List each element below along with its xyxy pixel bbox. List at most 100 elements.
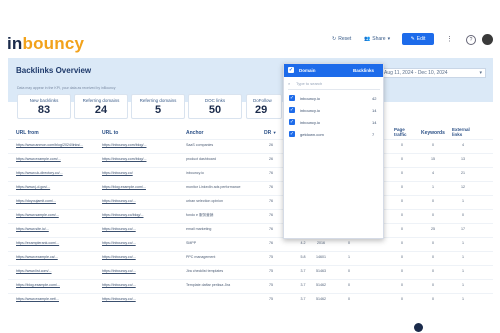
kpi-card: New backlinks 83 xyxy=(17,94,71,119)
dropdown-item[interactable]: ✓ getdown.com 7 xyxy=(284,130,383,141)
dr-value: 75 xyxy=(269,297,273,301)
backlinks-table: URL from URL to Anchor DR ▼ Page traffic… xyxy=(8,121,493,333)
table-row: https://www.j-d.gov/... https://blog.exam… xyxy=(8,181,493,196)
kpi-label: New backlinks xyxy=(29,98,59,103)
url-from-link[interactable]: https://www.example.net/... xyxy=(16,297,96,301)
dr-value: 76 xyxy=(269,213,273,217)
url-to-link[interactable]: https://inbouncy.com/blog/... xyxy=(102,157,180,161)
dr-value: 75 xyxy=(269,283,273,287)
page-traffic-value: 0 xyxy=(401,269,403,273)
linked-domains-value: 0 xyxy=(348,297,350,301)
url-to-link[interactable]: https://blog.example.com/... xyxy=(102,185,180,189)
linked-domains-value: 1 xyxy=(348,255,350,259)
chevron-down-icon: ▾ xyxy=(387,36,391,42)
help-icon[interactable]: ? xyxy=(466,35,476,45)
table-row: https://www.anmon.com/blog/2024/links/..… xyxy=(8,139,493,154)
dropdown-item[interactable]: ✓ inbouncy.io 42 xyxy=(284,94,383,105)
anchor-text: inbouncy.io xyxy=(186,171,204,175)
url-to-link[interactable]: https://inbouncy.co/ xyxy=(102,171,180,175)
url-from-link[interactable]: https://www.site.io/... xyxy=(16,227,96,231)
url-to-link[interactable]: https://inbouncy.com/blog/... xyxy=(102,143,180,147)
url-from-link[interactable]: https://doyoujamit.com/... xyxy=(16,199,96,203)
ur-value: 3.7 xyxy=(300,297,306,301)
avatar[interactable] xyxy=(482,34,493,45)
dr-value: 75 xyxy=(269,255,273,259)
domain-filter-dropdown: ✓ Domain Backlinks ⌕ Type to search ✓ in… xyxy=(283,63,384,239)
logo: inbouncy xyxy=(7,34,84,54)
dropdown-item[interactable]: ✓ inbouncy.io 14 xyxy=(284,106,383,117)
url-to-link[interactable]: https://inbouncy.co/blog/... xyxy=(102,213,180,217)
ur-value: 3.7 xyxy=(300,269,306,273)
dropdown-search-placeholder: Type to search xyxy=(296,81,323,86)
table-row: https://doyoujamit.com/... https://inboun… xyxy=(8,195,493,210)
url-from-link[interactable]: https://examplerank.com/... xyxy=(16,241,96,245)
url-from-link[interactable]: https://www.anmon.com/blog/2024/links/..… xyxy=(16,143,96,147)
url-from-link[interactable]: https://www.sample.com/... xyxy=(16,213,96,217)
column-header-external-links[interactable]: External links xyxy=(452,127,474,137)
linked-domains-value: 0 xyxy=(348,283,350,287)
select-all-checkbox[interactable]: ✓ xyxy=(288,67,294,73)
page-traffic-value: 0 xyxy=(401,171,403,175)
table-row: https://www.sample.com/... https://inboun… xyxy=(8,209,493,224)
checkbox-checked-icon[interactable]: ✓ xyxy=(289,107,295,113)
external-links-value: 1 xyxy=(462,199,464,203)
url-from-link[interactable]: https://www.example.ca/... xyxy=(16,255,96,259)
dropdown-item-name: inbouncy.io xyxy=(300,120,320,125)
url-to-link[interactable]: https://inbouncy.co/... xyxy=(102,255,180,259)
dr-value: 76 xyxy=(269,227,273,231)
kpi-value: 24 xyxy=(94,104,108,116)
checkbox-checked-icon[interactable]: ✓ xyxy=(289,131,295,137)
edit-label: Edit xyxy=(416,36,426,42)
url-from-link[interactable]: https://www.list.com/... xyxy=(16,269,96,273)
table-row: https://www.example.com/... https://inbou… xyxy=(8,153,493,168)
anchor-text: Template daftar periksa Jira xyxy=(186,283,231,287)
keywords-value: 0 xyxy=(432,241,434,245)
column-header-url-from[interactable]: URL from xyxy=(16,130,39,136)
ref-domains-value: 2016 xyxy=(317,241,325,245)
external-links-value: 1 xyxy=(462,297,464,301)
url-from-link[interactable]: https://www.uk-directory.co/... xyxy=(16,171,96,175)
url-to-link[interactable]: https://inbouncy.co/... xyxy=(102,269,180,273)
dropdown-header-domain: Domain xyxy=(299,68,316,73)
table-row: https://examplerank.com/... https://inbou… xyxy=(8,237,493,252)
checkbox-checked-icon[interactable]: ✓ xyxy=(289,119,295,125)
scroll-to-top-button[interactable] xyxy=(414,323,423,332)
dr-value: 76 xyxy=(269,199,273,203)
url-to-link[interactable]: https://inbouncy.co/... xyxy=(102,227,180,231)
dr-value: 76 xyxy=(269,185,273,189)
url-from-link[interactable]: https://www.j-d.gov/... xyxy=(16,185,96,189)
column-header-page-traffic[interactable]: Page traffic xyxy=(394,127,412,137)
external-links-value: 0 xyxy=(462,213,464,217)
column-header-dr[interactable]: DR ▼ xyxy=(264,130,277,136)
checkbox-checked-icon[interactable]: ✓ xyxy=(289,95,295,101)
ref-domains-value: 51462 xyxy=(316,297,326,301)
url-to-link[interactable]: https://inbouncy.co/... xyxy=(102,297,180,301)
share-button[interactable]: 👥 Share ▾ xyxy=(364,36,390,42)
column-header-url-to[interactable]: URL to xyxy=(102,130,118,136)
url-to-link[interactable]: https://inbouncy.co/... xyxy=(102,241,180,245)
dropdown-item-count: 14 xyxy=(372,120,377,125)
table-row: https://www.uk-directory.co/... https://i… xyxy=(8,167,493,182)
more-options-icon[interactable]: ⋮ xyxy=(446,35,453,43)
reset-button[interactable]: ↻ Reset xyxy=(332,36,351,42)
column-header-anchor[interactable]: Anchor xyxy=(186,130,204,136)
edit-button[interactable]: ✎ Edit xyxy=(402,33,434,45)
kpi-card: DOC links 50 xyxy=(188,94,242,119)
dropdown-item[interactable]: ✓ inbouncy.io 14 xyxy=(284,118,383,129)
url-from-link[interactable]: https://blog.example.com/... xyxy=(16,283,96,287)
url-to-link[interactable]: https://inbouncy.co/... xyxy=(102,283,180,287)
external-links-value: 1 xyxy=(462,255,464,259)
kpi-label: Referring domains xyxy=(82,98,120,103)
keywords-value: 0 xyxy=(432,143,434,147)
reset-label: Reset xyxy=(338,36,352,42)
url-from-link[interactable]: https://www.example.com/... xyxy=(16,157,96,161)
dropdown-header-backlinks: Backlinks xyxy=(353,68,375,73)
dropdown-search-input[interactable]: ⌕ Type to search xyxy=(288,80,380,90)
table-row: https://www.example.ca/... https://inboun… xyxy=(8,251,493,266)
column-header-keywords[interactable]: Keywords xyxy=(421,130,445,136)
kpi-value: 5 xyxy=(154,104,162,116)
date-range-picker[interactable]: Aug 11, 2024 - Dec 10, 2024 ▾ xyxy=(380,68,486,78)
url-to-link[interactable]: https://inbouncy.co/... xyxy=(102,199,180,203)
share-label: Share xyxy=(372,36,386,42)
dr-value: 26 xyxy=(269,157,273,161)
